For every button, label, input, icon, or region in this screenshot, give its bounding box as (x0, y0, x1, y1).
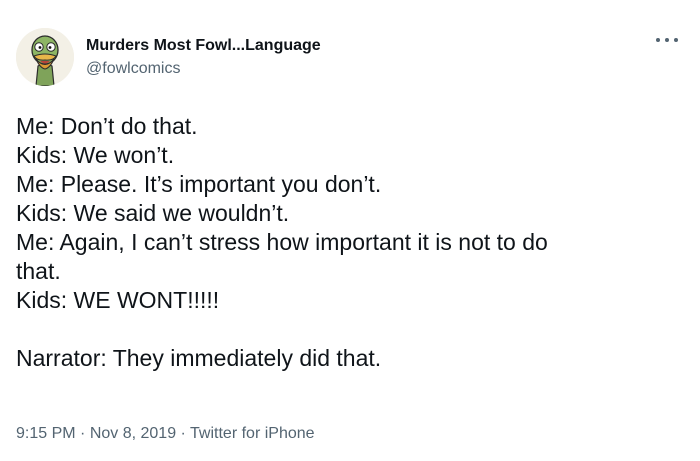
tweet-line: Narrator: They immediately did that. (16, 345, 382, 371)
tweet-line: Me: Don’t do that. (16, 113, 198, 139)
more-options-button[interactable] (656, 33, 678, 47)
more-dot (674, 38, 678, 42)
tweet-text: Me: Don’t do that. Kids: We won’t. Me: P… (16, 112, 676, 373)
duck-cartoon-avatar-icon (16, 28, 74, 86)
tweet-source-link[interactable]: Twitter for iPhone (190, 425, 315, 442)
tweet-date: Nov 8, 2019 (89, 425, 177, 442)
tweet-header: Murders Most Fowl...Language @fowlcomics (16, 28, 321, 86)
author-display-name[interactable]: Murders Most Fowl...Language (86, 36, 321, 56)
tweet-line: Kids: WE WONT!!!!! (16, 287, 220, 313)
tweet-line: that. (16, 258, 61, 284)
meta-separator: · (176, 425, 191, 442)
author-handle[interactable]: @fowlcomics (86, 59, 321, 79)
author-names: Murders Most Fowl...Language @fowlcomics (86, 36, 321, 79)
more-dot (656, 38, 660, 42)
tweet-time: 9:15 PM (16, 425, 76, 442)
tweet-line: Kids: We said we wouldn’t. (16, 200, 290, 226)
tweet-meta: 9:15 PM · Nov 8, 2019 · Twitter for iPho… (16, 424, 315, 444)
tweet-time-link[interactable]: 9:15 PM · Nov 8, 2019 (16, 425, 176, 442)
avatar[interactable] (16, 28, 74, 86)
tweet-line: Me: Again, I can’t stress how important … (16, 229, 548, 255)
tweet-line: Kids: We won’t. (16, 142, 175, 168)
tweet-line: Me: Please. It’s important you don’t. (16, 171, 382, 197)
tweet-card: Murders Most Fowl...Language @fowlcomics… (0, 0, 700, 461)
meta-separator: · (75, 425, 90, 442)
more-dot (665, 38, 669, 42)
